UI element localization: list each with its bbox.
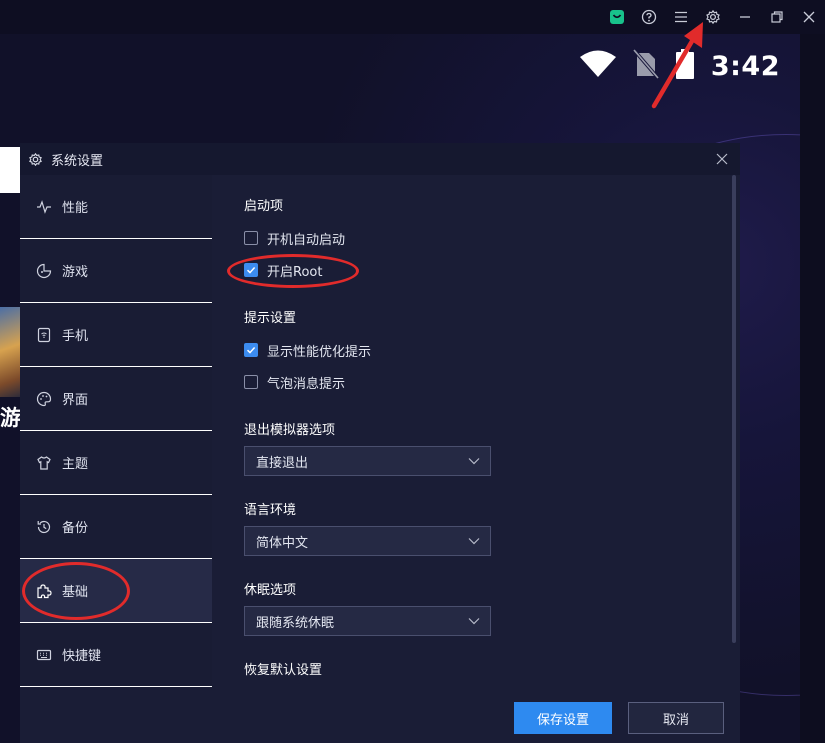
puzzle-icon (36, 583, 52, 599)
wifi-icon (579, 50, 617, 82)
window-controls (601, 0, 825, 34)
option-enable-root[interactable]: 开启Root (244, 261, 323, 280)
option-label: 开机自动启动 (267, 232, 346, 248)
sidebar-item-game[interactable]: 游戏 (20, 239, 212, 302)
shirt-icon (36, 455, 52, 471)
section-title-language: 语言环境 (244, 503, 297, 518)
checkbox-enable-root[interactable] (244, 263, 258, 277)
option-label: 开启Root (267, 264, 323, 280)
sidebar-item-label: 性能 (62, 201, 89, 216)
exit-option-select[interactable]: 直接退出 (244, 446, 491, 476)
chevron-down-icon (468, 537, 480, 545)
cancel-button[interactable]: 取消 (628, 702, 724, 734)
section-title-exit: 退出模拟器选项 (244, 423, 336, 438)
settings-content: 启动项 开机自动启动 开启Root 提示设置 显示性能优化提示 气泡消息提示 退… (212, 175, 740, 687)
checkmark-icon (246, 266, 256, 274)
sidebar-item-phone[interactable]: 手机 (20, 303, 212, 366)
settings-sidebar: 性能 游戏 手机 界面 主题 备份 基础 快捷键 (20, 175, 212, 687)
phone-icon (36, 327, 52, 343)
dialog-footer: 保存设置 取消 (20, 687, 740, 743)
sidebar-item-label: 备份 (62, 521, 89, 536)
sidebar-item-label: 手机 (62, 329, 89, 344)
background-partial-text: 游戏 (0, 406, 22, 430)
palette-icon (36, 391, 52, 407)
status-clock: 3:42 (710, 50, 780, 82)
background-game-thumbnail (0, 307, 22, 397)
section-title-tips: 提示设置 (244, 311, 297, 326)
sleep-option-select[interactable]: 跟随系统休眠 (244, 606, 491, 636)
option-auto-start[interactable]: 开机自动启动 (244, 229, 346, 248)
sidebar-item-shortcuts[interactable]: 快捷键 (20, 623, 212, 686)
option-label: 显示性能优化提示 (267, 344, 372, 360)
content-scrollbar[interactable] (732, 175, 736, 643)
dialog-title: 系统设置 (51, 153, 104, 169)
checkbox-perf-tips[interactable] (244, 343, 258, 357)
sidebar-item-interface[interactable]: 界面 (20, 367, 212, 430)
minimize-icon[interactable] (729, 0, 761, 34)
section-title-restore: 恢复默认设置 (244, 663, 323, 678)
chevron-down-icon (468, 617, 480, 625)
close-icon[interactable] (793, 0, 825, 34)
sidebar-item-basic[interactable]: 基础 (20, 559, 212, 622)
dialog-titlebar: 系统设置 (20, 143, 740, 175)
section-title-startup: 启动项 (244, 199, 284, 214)
checkmark-icon (246, 346, 256, 354)
store-icon[interactable] (601, 0, 633, 34)
sidebar-item-theme[interactable]: 主题 (20, 431, 212, 494)
sidebar-item-label: 基础 (62, 585, 89, 600)
checkbox-bubble-tips[interactable] (244, 375, 258, 389)
restore-icon[interactable] (761, 0, 793, 34)
chevron-down-icon (468, 457, 480, 465)
history-icon (36, 519, 52, 535)
sidebar-item-label: 快捷键 (62, 649, 102, 664)
select-value: 直接退出 (256, 455, 309, 471)
checkbox-auto-start[interactable] (244, 231, 258, 245)
keyboard-icon (36, 647, 52, 663)
system-settings-dialog: 系统设置 性能 游戏 手机 界面 主题 备份 基础 快捷键 启动项 开机自动启动… (20, 143, 740, 743)
section-title-sleep: 休眠选项 (244, 583, 297, 598)
option-perf-tips[interactable]: 显示性能优化提示 (244, 341, 372, 360)
save-button[interactable]: 保存设置 (514, 702, 612, 734)
option-bubble-tips[interactable]: 气泡消息提示 (244, 373, 346, 392)
select-value: 简体中文 (256, 535, 309, 551)
option-label: 气泡消息提示 (267, 376, 346, 392)
dialog-close-icon[interactable] (712, 149, 732, 169)
sidebar-item-performance[interactable]: 性能 (20, 175, 212, 238)
select-value: 跟随系统休眠 (256, 615, 335, 631)
sidebar-item-backup[interactable]: 备份 (20, 495, 212, 558)
background-search-bar (0, 147, 22, 193)
sidebar-item-label: 主题 (62, 457, 89, 472)
annotation-arrow-icon (651, 22, 703, 109)
sidebar-item-label: 界面 (62, 393, 89, 408)
screen-edge (800, 34, 825, 743)
language-select[interactable]: 简体中文 (244, 526, 491, 556)
settings-gear-icon (28, 152, 43, 167)
sidebar-item-label: 游戏 (62, 265, 89, 280)
pulse-icon (36, 199, 52, 215)
gamepad-icon (36, 263, 52, 279)
